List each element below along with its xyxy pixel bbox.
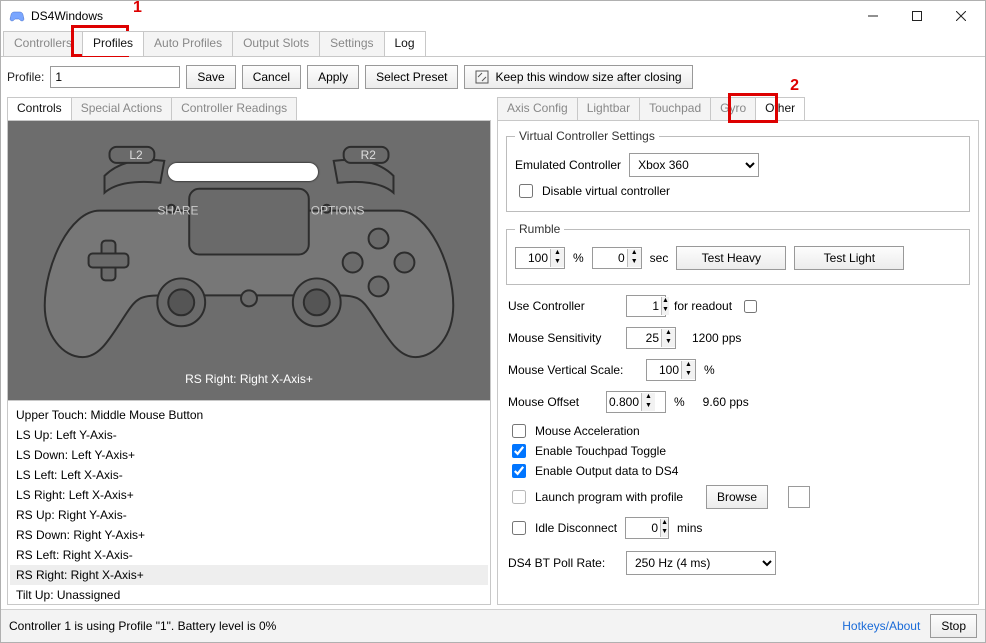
subtab-special-actions[interactable]: Special Actions	[71, 97, 172, 120]
tab-output-slots[interactable]: Output Slots	[232, 31, 320, 56]
use-controller-label: Use Controller	[508, 299, 618, 313]
tab-profiles[interactable]: Profiles	[82, 31, 144, 56]
left-subtab-bar: Controls Special Actions Controller Read…	[7, 97, 491, 121]
launch-icon-preview	[788, 486, 810, 508]
browse-button[interactable]: Browse	[706, 485, 768, 509]
disable-virtual-checkbox[interactable]: Disable virtual controller	[515, 181, 961, 201]
status-text: Controller 1 is using Profile "1". Batte…	[9, 619, 276, 633]
mouse-offset-label: Mouse Offset	[508, 395, 598, 409]
mouse-sensitivity-label: Mouse Sensitivity	[508, 331, 618, 345]
subtab-gyro[interactable]: Gyro	[710, 97, 756, 120]
idle-disconnect-checkbox[interactable]: Idle Disconnect	[508, 518, 617, 538]
test-light-button[interactable]: Test Light	[794, 246, 904, 270]
mouse-sensitivity-stepper[interactable]: ▲▼	[626, 327, 676, 349]
app-title: DS4Windows	[31, 9, 103, 23]
subtab-lightbar[interactable]: Lightbar	[577, 97, 640, 120]
rumble-group: Rumble ▲▼ % ▲▼ sec Test Heavy Test Light	[506, 222, 970, 285]
mapping-row[interactable]: LS Right: Left X-Axis+	[10, 485, 488, 505]
mapping-row[interactable]: Tilt Up: Unassigned	[10, 585, 488, 604]
use-controller-stepper[interactable]: ▲▼	[626, 295, 666, 317]
profile-name-input[interactable]	[50, 66, 180, 88]
right-subtab-bar: Axis Config Lightbar Touchpad Gyro Other	[497, 97, 979, 121]
profile-label: Profile:	[7, 70, 44, 84]
mouse-vscale-label: Mouse Vertical Scale:	[508, 363, 638, 377]
stop-button[interactable]: Stop	[930, 614, 977, 638]
keep-window-size-toggle[interactable]: Keep this window size after closing	[464, 65, 692, 89]
tab-settings[interactable]: Settings	[319, 31, 384, 56]
output-ds4-checkbox[interactable]: Enable Output data to DS4	[508, 461, 968, 481]
subtab-axis-config[interactable]: Axis Config	[497, 97, 578, 120]
window-maximize-button[interactable]	[895, 2, 939, 30]
touchpad-toggle-checkbox[interactable]: Enable Touchpad Toggle	[508, 441, 968, 461]
svg-text:L2: L2	[129, 148, 143, 162]
mouse-accel-checkbox[interactable]: Mouse Acceleration	[508, 421, 968, 441]
mapping-row[interactable]: RS Left: Right X-Axis-	[10, 545, 488, 565]
controller-preview[interactable]: L2 R2 SHARE OPTIONS RS Right: Right X-Ax…	[8, 121, 490, 401]
annotation-2: 2	[790, 77, 799, 95]
test-heavy-button[interactable]: Test Heavy	[676, 246, 786, 270]
window-minimize-button[interactable]	[851, 2, 895, 30]
subtab-touchpad[interactable]: Touchpad	[639, 97, 711, 120]
mouse-offset-stepper[interactable]: ▲▼	[606, 391, 666, 413]
tab-log[interactable]: Log	[384, 31, 426, 56]
rumble-percent-stepper[interactable]: ▲▼	[515, 247, 565, 269]
tab-controllers[interactable]: Controllers	[3, 31, 83, 56]
mouse-vscale-stepper[interactable]: ▲▼	[646, 359, 696, 381]
save-button[interactable]: Save	[186, 65, 235, 89]
launch-program-checkbox[interactable]: Launch program with profile	[508, 487, 698, 507]
lightbar-icon	[168, 163, 318, 181]
poll-rate-label: DS4 BT Poll Rate:	[508, 556, 618, 570]
subtab-controls[interactable]: Controls	[7, 97, 72, 120]
mapping-row[interactable]: RS Right: Right X-Axis+	[10, 565, 488, 585]
mapping-row[interactable]: Upper Touch: Middle Mouse Button	[10, 405, 488, 425]
svg-text:SHARE: SHARE	[157, 204, 198, 218]
window-close-button[interactable]	[939, 2, 983, 30]
hotkeys-about-link[interactable]: Hotkeys/About	[842, 619, 920, 633]
mapping-row[interactable]: LS Down: Left Y-Axis+	[10, 445, 488, 465]
subtab-other[interactable]: Other	[755, 97, 805, 120]
annotation-1: 1	[133, 0, 142, 17]
emulated-controller-label: Emulated Controller	[515, 158, 621, 172]
svg-text:OPTIONS: OPTIONS	[311, 204, 365, 218]
main-tab-bar: Controllers Profiles Auto Profiles Outpu…	[1, 31, 985, 57]
emulated-controller-select[interactable]: Xbox 360	[629, 153, 759, 177]
mapping-row[interactable]: RS Up: Right Y-Axis-	[10, 505, 488, 525]
svg-text:R2: R2	[361, 148, 377, 162]
tab-auto-profiles[interactable]: Auto Profiles	[143, 31, 233, 56]
virtual-controller-group: Virtual Controller Settings Emulated Con…	[506, 129, 970, 212]
apply-button[interactable]: Apply	[307, 65, 359, 89]
readout-checkbox[interactable]	[744, 300, 757, 313]
cancel-button[interactable]: Cancel	[242, 65, 301, 89]
subtab-controller-readings[interactable]: Controller Readings	[171, 97, 297, 120]
poll-rate-select[interactable]: 250 Hz (4 ms)	[626, 551, 776, 575]
mapping-row[interactable]: RS Down: Right Y-Axis+	[10, 525, 488, 545]
app-logo	[9, 8, 25, 24]
rumble-sec-stepper[interactable]: ▲▼	[592, 247, 642, 269]
select-preset-button[interactable]: Select Preset	[365, 65, 458, 89]
mapping-row[interactable]: LS Up: Left Y-Axis-	[10, 425, 488, 445]
mapping-row[interactable]: LS Left: Left X-Axis-	[10, 465, 488, 485]
idle-minutes-stepper[interactable]: ▲▼	[625, 517, 669, 539]
mapping-list[interactable]: Upper Touch: Middle Mouse Button LS Up: …	[8, 401, 490, 604]
preview-caption: RS Right: Right X-Axis+	[185, 372, 313, 386]
